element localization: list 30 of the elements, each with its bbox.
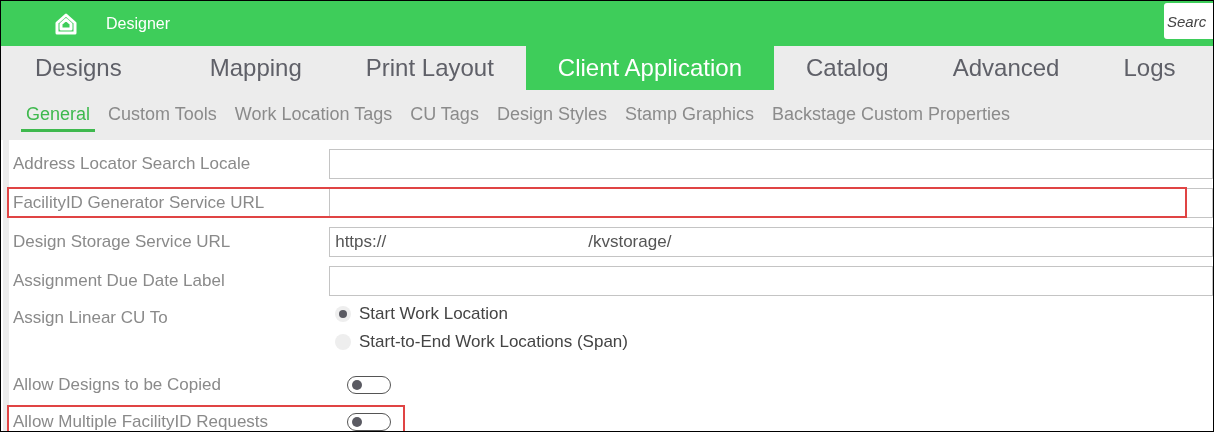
tab[interactable]: Print Layout — [333, 46, 526, 90]
tab[interactable]: Catalog — [774, 46, 921, 90]
setting-label: Assignment Due Date Label — [12, 270, 226, 291]
subtab[interactable]: CU Tags — [405, 98, 484, 132]
tab[interactable]: Advanced — [920, 46, 1092, 90]
input-field[interactable] — [329, 148, 1213, 179]
tab[interactable]: Mapping — [177, 46, 334, 90]
subtab[interactable]: Work Location Tags — [229, 98, 398, 132]
radio-label: Start-to-End Work Locations (Span) — [359, 332, 628, 352]
subtab[interactable]: Design Styles — [491, 98, 612, 132]
tab[interactable]: Designs — [1, 46, 178, 90]
tab[interactable]: Client Application — [525, 46, 774, 90]
setting-label: Address Locator Search Locale — [12, 153, 252, 174]
app-title: Designer — [106, 14, 171, 33]
radio-label: Start Work Location — [359, 304, 508, 324]
setting-label: FacilityID Generator Service URL — [12, 192, 266, 213]
radio-button[interactable] — [335, 306, 351, 322]
subtab[interactable]: General — [21, 98, 96, 132]
subtab[interactable]: Custom Tools — [103, 98, 222, 132]
setting-label: Design Storage Service URL — [12, 231, 232, 252]
setting-label: Assign Linear CU To — [12, 307, 169, 328]
subtab[interactable]: Backstage Custom Properties — [767, 98, 1016, 132]
setting-label: Allow Designs to be Copied — [12, 374, 222, 395]
subtab[interactable]: Stamp Graphics — [619, 98, 759, 132]
input-field[interactable] — [329, 265, 1213, 296]
input-field[interactable]: https:// /kvstorage/ — [329, 226, 1213, 257]
search-field[interactable]: Searc — [1164, 3, 1213, 39]
tab[interactable]: Logs — [1091, 46, 1208, 90]
input-field[interactable] — [329, 187, 1213, 218]
setting-label: Allow Multiple FacilityID Requests — [12, 411, 270, 431]
